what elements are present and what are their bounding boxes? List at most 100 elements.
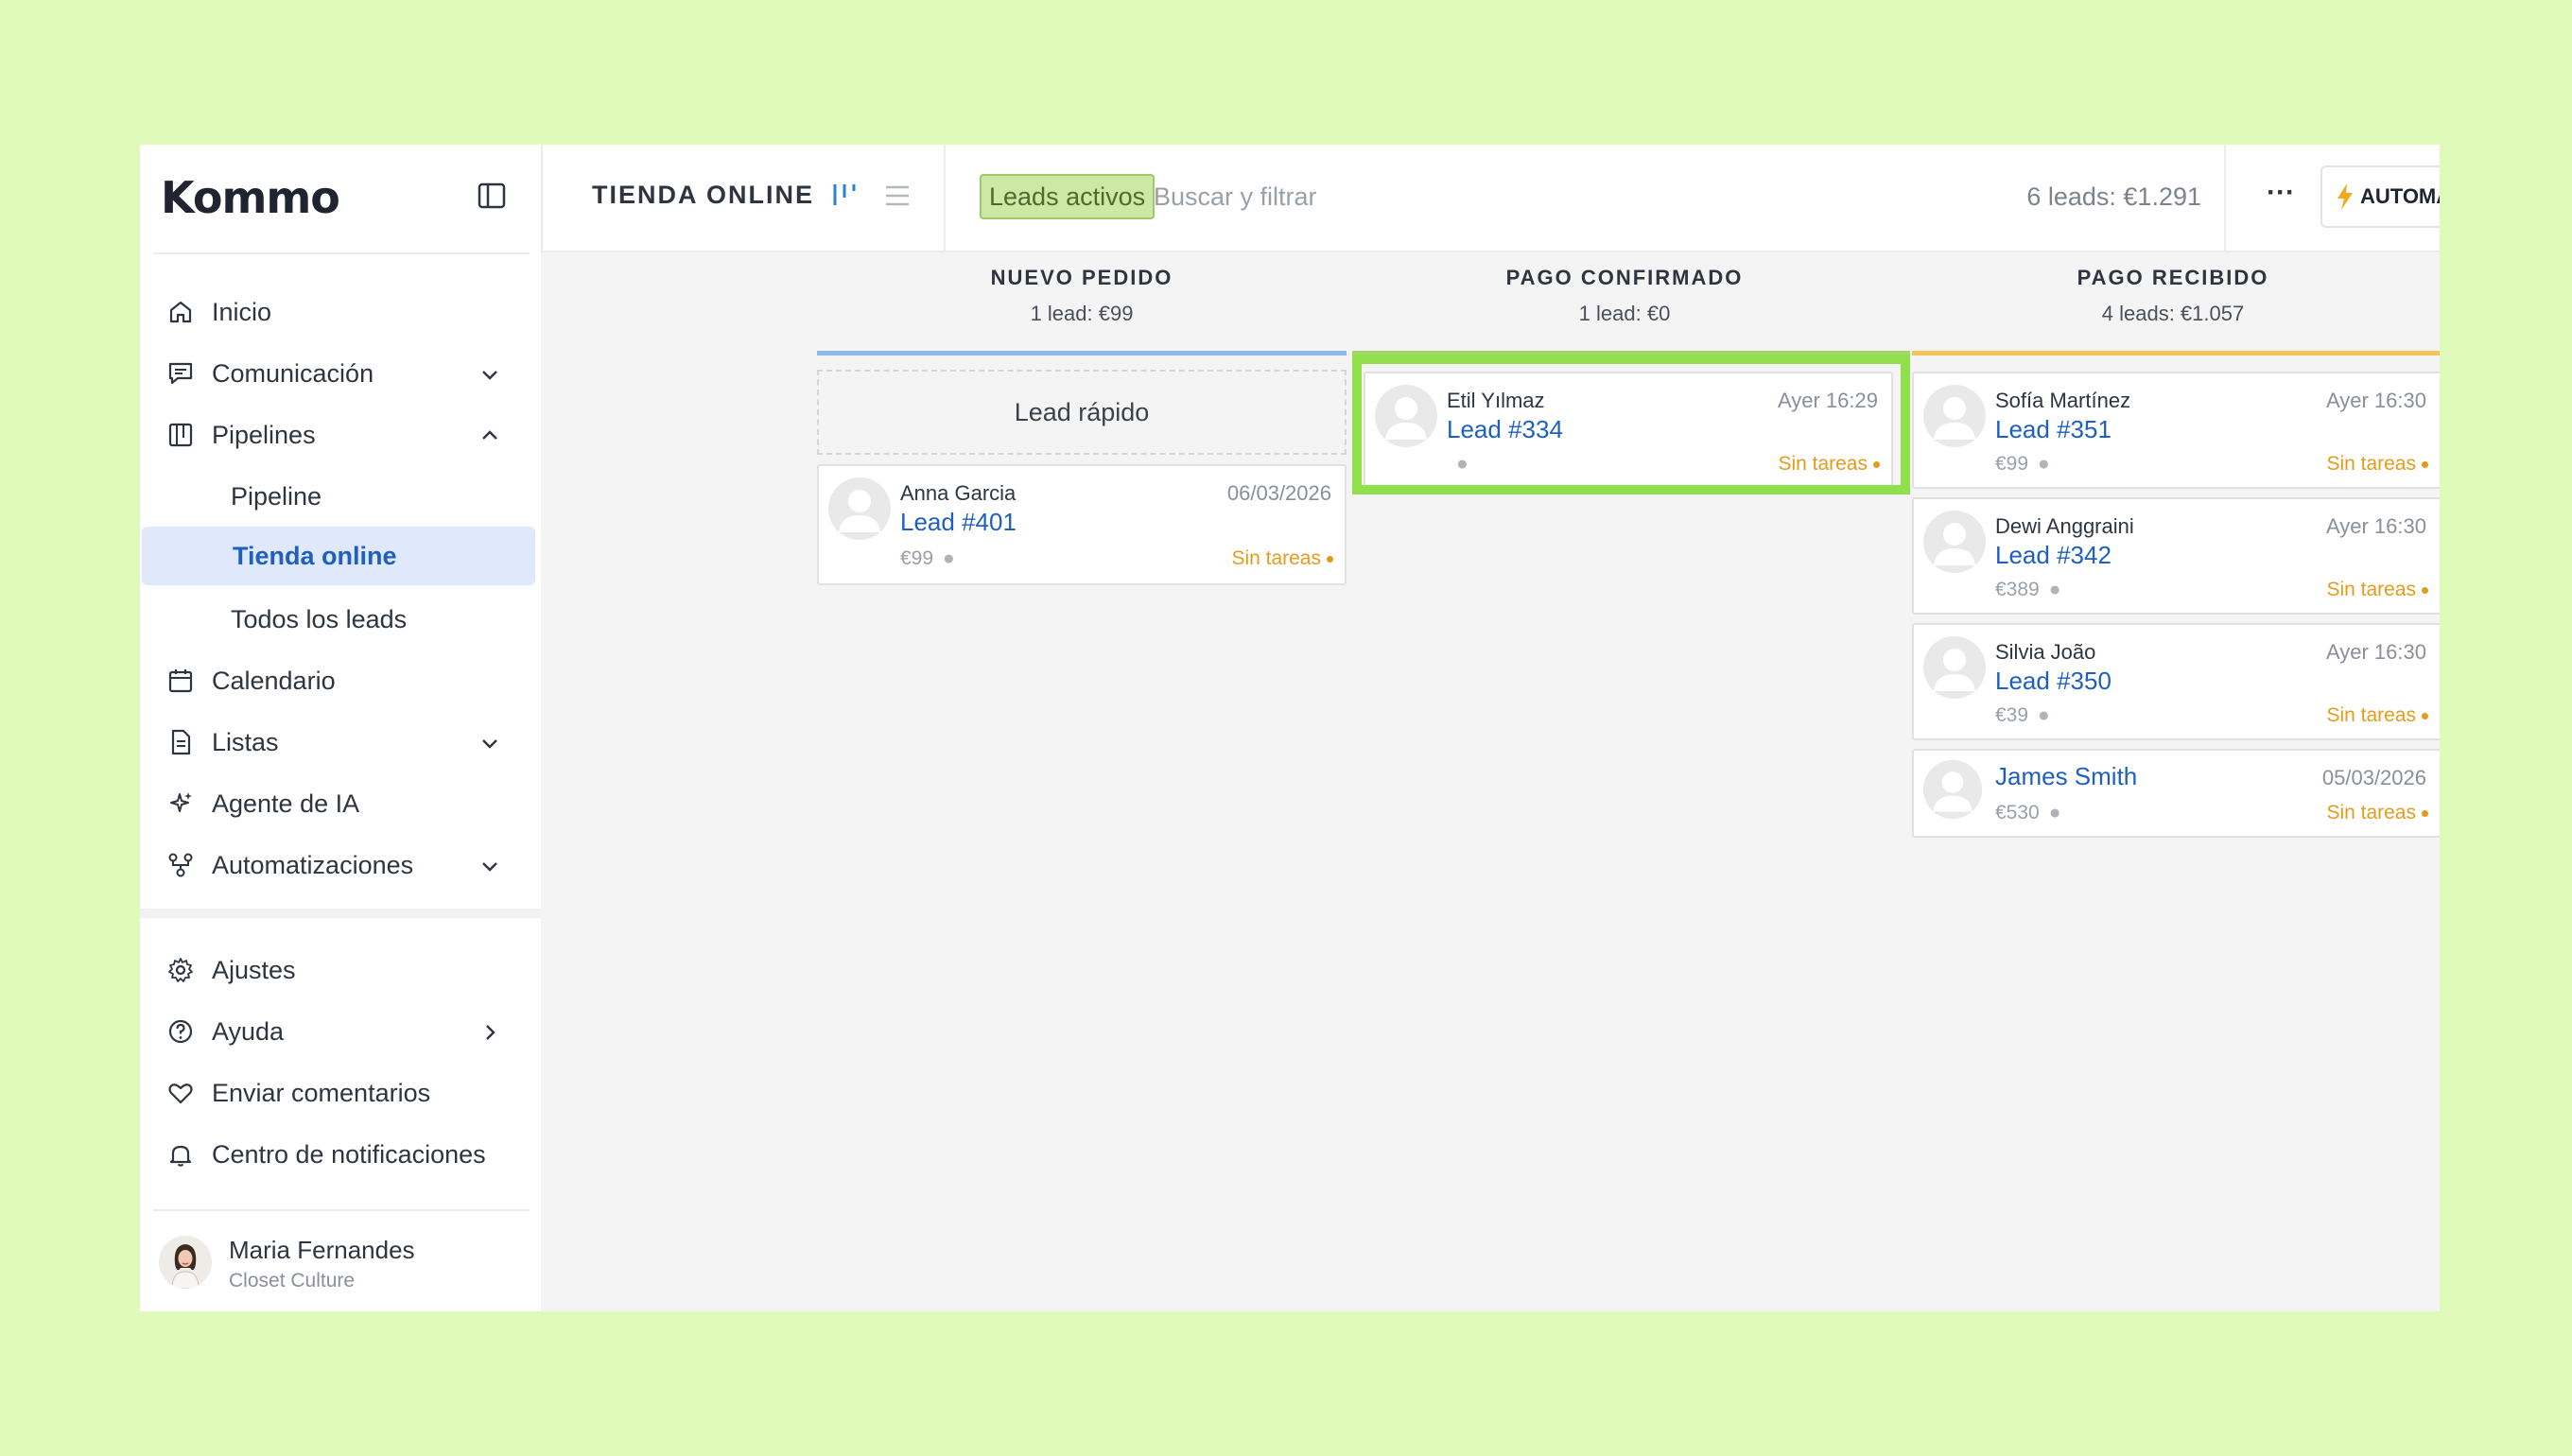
contact-name[interactable]: Dewi Anggraini (1995, 514, 2134, 539)
sidebar-collapse-icon[interactable] (477, 181, 507, 211)
column-summary: 1 lead: €0 (1578, 302, 1671, 325)
lead-card[interactable]: Silvia João Lead #350 Ayer 16:30 €39 ● Si… (1912, 623, 2440, 740)
sidebar-item-label: Listas (212, 727, 279, 756)
sidebar-item-inicio[interactable]: Inicio (140, 283, 541, 341)
sidebar-item-ajustes[interactable]: Ajustes (140, 941, 541, 999)
lead-price-value: €530 (1995, 802, 2040, 823)
user-organization: Closet Culture (229, 1270, 356, 1291)
lead-price: €389 ● (1995, 579, 2060, 601)
quick-lead-button[interactable]: Lead rápido (817, 370, 1347, 455)
flow-icon (168, 853, 193, 877)
sidebar-item-listas[interactable]: Listas (140, 713, 541, 771)
sidebar-item-enviar-comentarios[interactable]: Enviar comentarios (140, 1064, 541, 1122)
chevron-right-icon[interactable] (478, 1021, 501, 1044)
automate-button[interactable]: AUTOMA (2320, 165, 2440, 228)
contact-placeholder-icon (1923, 636, 1986, 699)
tasks-dot (1327, 555, 1333, 563)
tasks-label: Sin tareas (1231, 547, 1321, 569)
user-profile[interactable]: Maria Fernandes Closet Culture (159, 1232, 528, 1298)
chevron-down-icon[interactable] (478, 363, 501, 386)
lead-price-value: €99 (900, 547, 934, 569)
lead-date: Ayer 16:30 (2325, 389, 2426, 412)
sidebar-item-label: Automatizaciones (212, 850, 414, 879)
document-icon (171, 729, 191, 755)
chevron-down-icon[interactable] (478, 732, 501, 754)
more-options-button[interactable]: ··· (2262, 179, 2300, 213)
avatar (159, 1236, 212, 1289)
sidebar-item-label: Ajustes (212, 955, 296, 984)
tasks-status[interactable]: Sin tareas (2326, 802, 2428, 824)
sidebar-item-automatizaciones[interactable]: Automatizaciones (140, 836, 541, 894)
contact-name[interactable]: Silvia João (1995, 640, 2095, 665)
more-options-icon: ··· (2267, 177, 2295, 208)
header-divider (944, 145, 946, 252)
status-dot: ● (2038, 453, 2050, 475)
lead-date: 05/03/2026 (2321, 766, 2426, 789)
search-input[interactable] (1154, 174, 1626, 219)
bell-icon (169, 1145, 192, 1167)
sidebar-item-tienda-online[interactable]: Tienda online (142, 527, 535, 585)
sidebar-item-pipeline[interactable]: Pipeline (140, 467, 541, 526)
lead-link[interactable]: Lead #401 (900, 508, 1017, 537)
list-view-icon[interactable] (883, 182, 912, 209)
status-dot: ● (943, 547, 955, 569)
user-name: Maria Fernandes (229, 1236, 415, 1264)
sidebar-item-label: Pipelines (212, 420, 316, 449)
contact-placeholder-icon (828, 477, 891, 540)
lead-card[interactable]: Sofía Martínez Lead #351 Ayer 16:30 €99 ●… (1912, 372, 2440, 489)
column-color-bar (1912, 351, 2440, 355)
sidebar-item-todos-los-leads[interactable]: Todos los leads (140, 590, 541, 649)
sidebar-item-label: Tienda online (233, 541, 397, 570)
lead-card[interactable]: James Smith 05/03/2026 €530 ● Sin tareas (1912, 749, 2440, 838)
lead-date: 06/03/2026 (1226, 481, 1331, 505)
lead-link[interactable]: James Smith (1995, 762, 2137, 791)
sidebar-item-ayuda[interactable]: Ayuda (140, 1002, 541, 1061)
tasks-status[interactable]: Sin tareas (1231, 547, 1333, 570)
lead-price: €99 ● (900, 547, 955, 570)
column-header-pago-recibido: PAGO RECIBIDO 4 leads: €1.057 (1908, 266, 2438, 326)
chevron-up-icon[interactable] (478, 425, 501, 447)
contact-name[interactable]: Anna Garcia (900, 481, 1016, 506)
lead-card[interactable]: Anna Garcia Lead #401 06/03/2026 €99 ● Si… (817, 464, 1347, 585)
contact-name[interactable]: Sofía Martínez (1995, 389, 2130, 413)
tasks-dot (2422, 586, 2428, 594)
page-title[interactable]: TIENDA ONLINE (592, 181, 814, 210)
filter-chip-active-leads[interactable]: Leads activos (980, 174, 1156, 219)
sidebar-item-centro-notificaciones[interactable]: Centro de notificaciones (140, 1125, 541, 1184)
brand-logo[interactable]: Kommo (161, 169, 340, 226)
lead-price-value: €39 (1995, 704, 2029, 726)
sidebar-item-calendario[interactable]: Calendario (140, 651, 541, 710)
sidebar-item-label: Ayuda (212, 1016, 285, 1046)
kanban-view-icon[interactable] (830, 179, 860, 211)
tasks-status[interactable]: Sin tareas (2326, 453, 2428, 476)
lead-link[interactable]: Lead #350 (1995, 667, 2111, 696)
tasks-status[interactable]: Sin tareas (2326, 579, 2428, 601)
lead-link[interactable]: Lead #342 (1995, 541, 2111, 570)
column-title: PAGO CONFIRMADO (1505, 266, 1744, 289)
chevron-down-icon[interactable] (478, 855, 501, 877)
tasks-label: Sin tareas (2326, 802, 2416, 823)
chat-icon (168, 362, 193, 385)
lead-card[interactable]: Dewi Anggraini Lead #342 Ayer 16:30 €389… (1912, 497, 2440, 615)
column-header-nuevo-pedido: NUEVO PEDIDO 1 lead: €99 (817, 266, 1347, 326)
lead-link[interactable]: Lead #351 (1995, 415, 2111, 444)
sidebar-divider (140, 909, 541, 918)
lead-date: Ayer 16:30 (2325, 640, 2426, 664)
column-title: PAGO RECIBIDO (2077, 266, 2269, 289)
sidebar-item-comunicacion[interactable]: Comunicación (140, 344, 541, 403)
tasks-dot (2422, 712, 2428, 719)
sidebar-item-pipelines[interactable]: Pipelines (140, 406, 541, 464)
sidebar-divider (153, 1209, 530, 1211)
sidebar: Kommo Inicio Comunicación Pipelines Pipe… (140, 145, 541, 1311)
column-summary: 1 lead: €99 (1030, 302, 1134, 325)
calendar-icon (168, 669, 193, 693)
sparkle-icon (170, 792, 192, 812)
sidebar-item-label: Comunicación (212, 358, 374, 388)
gear-icon (168, 958, 193, 982)
tasks-status[interactable]: Sin tareas (2326, 704, 2428, 727)
sidebar-item-agente-ia[interactable]: Agente de IA (140, 774, 541, 833)
contact-placeholder-icon (1923, 511, 1986, 573)
home-icon (169, 301, 192, 323)
status-dot: ● (2048, 802, 2061, 823)
automate-label: AUTOMA (2360, 184, 2440, 208)
